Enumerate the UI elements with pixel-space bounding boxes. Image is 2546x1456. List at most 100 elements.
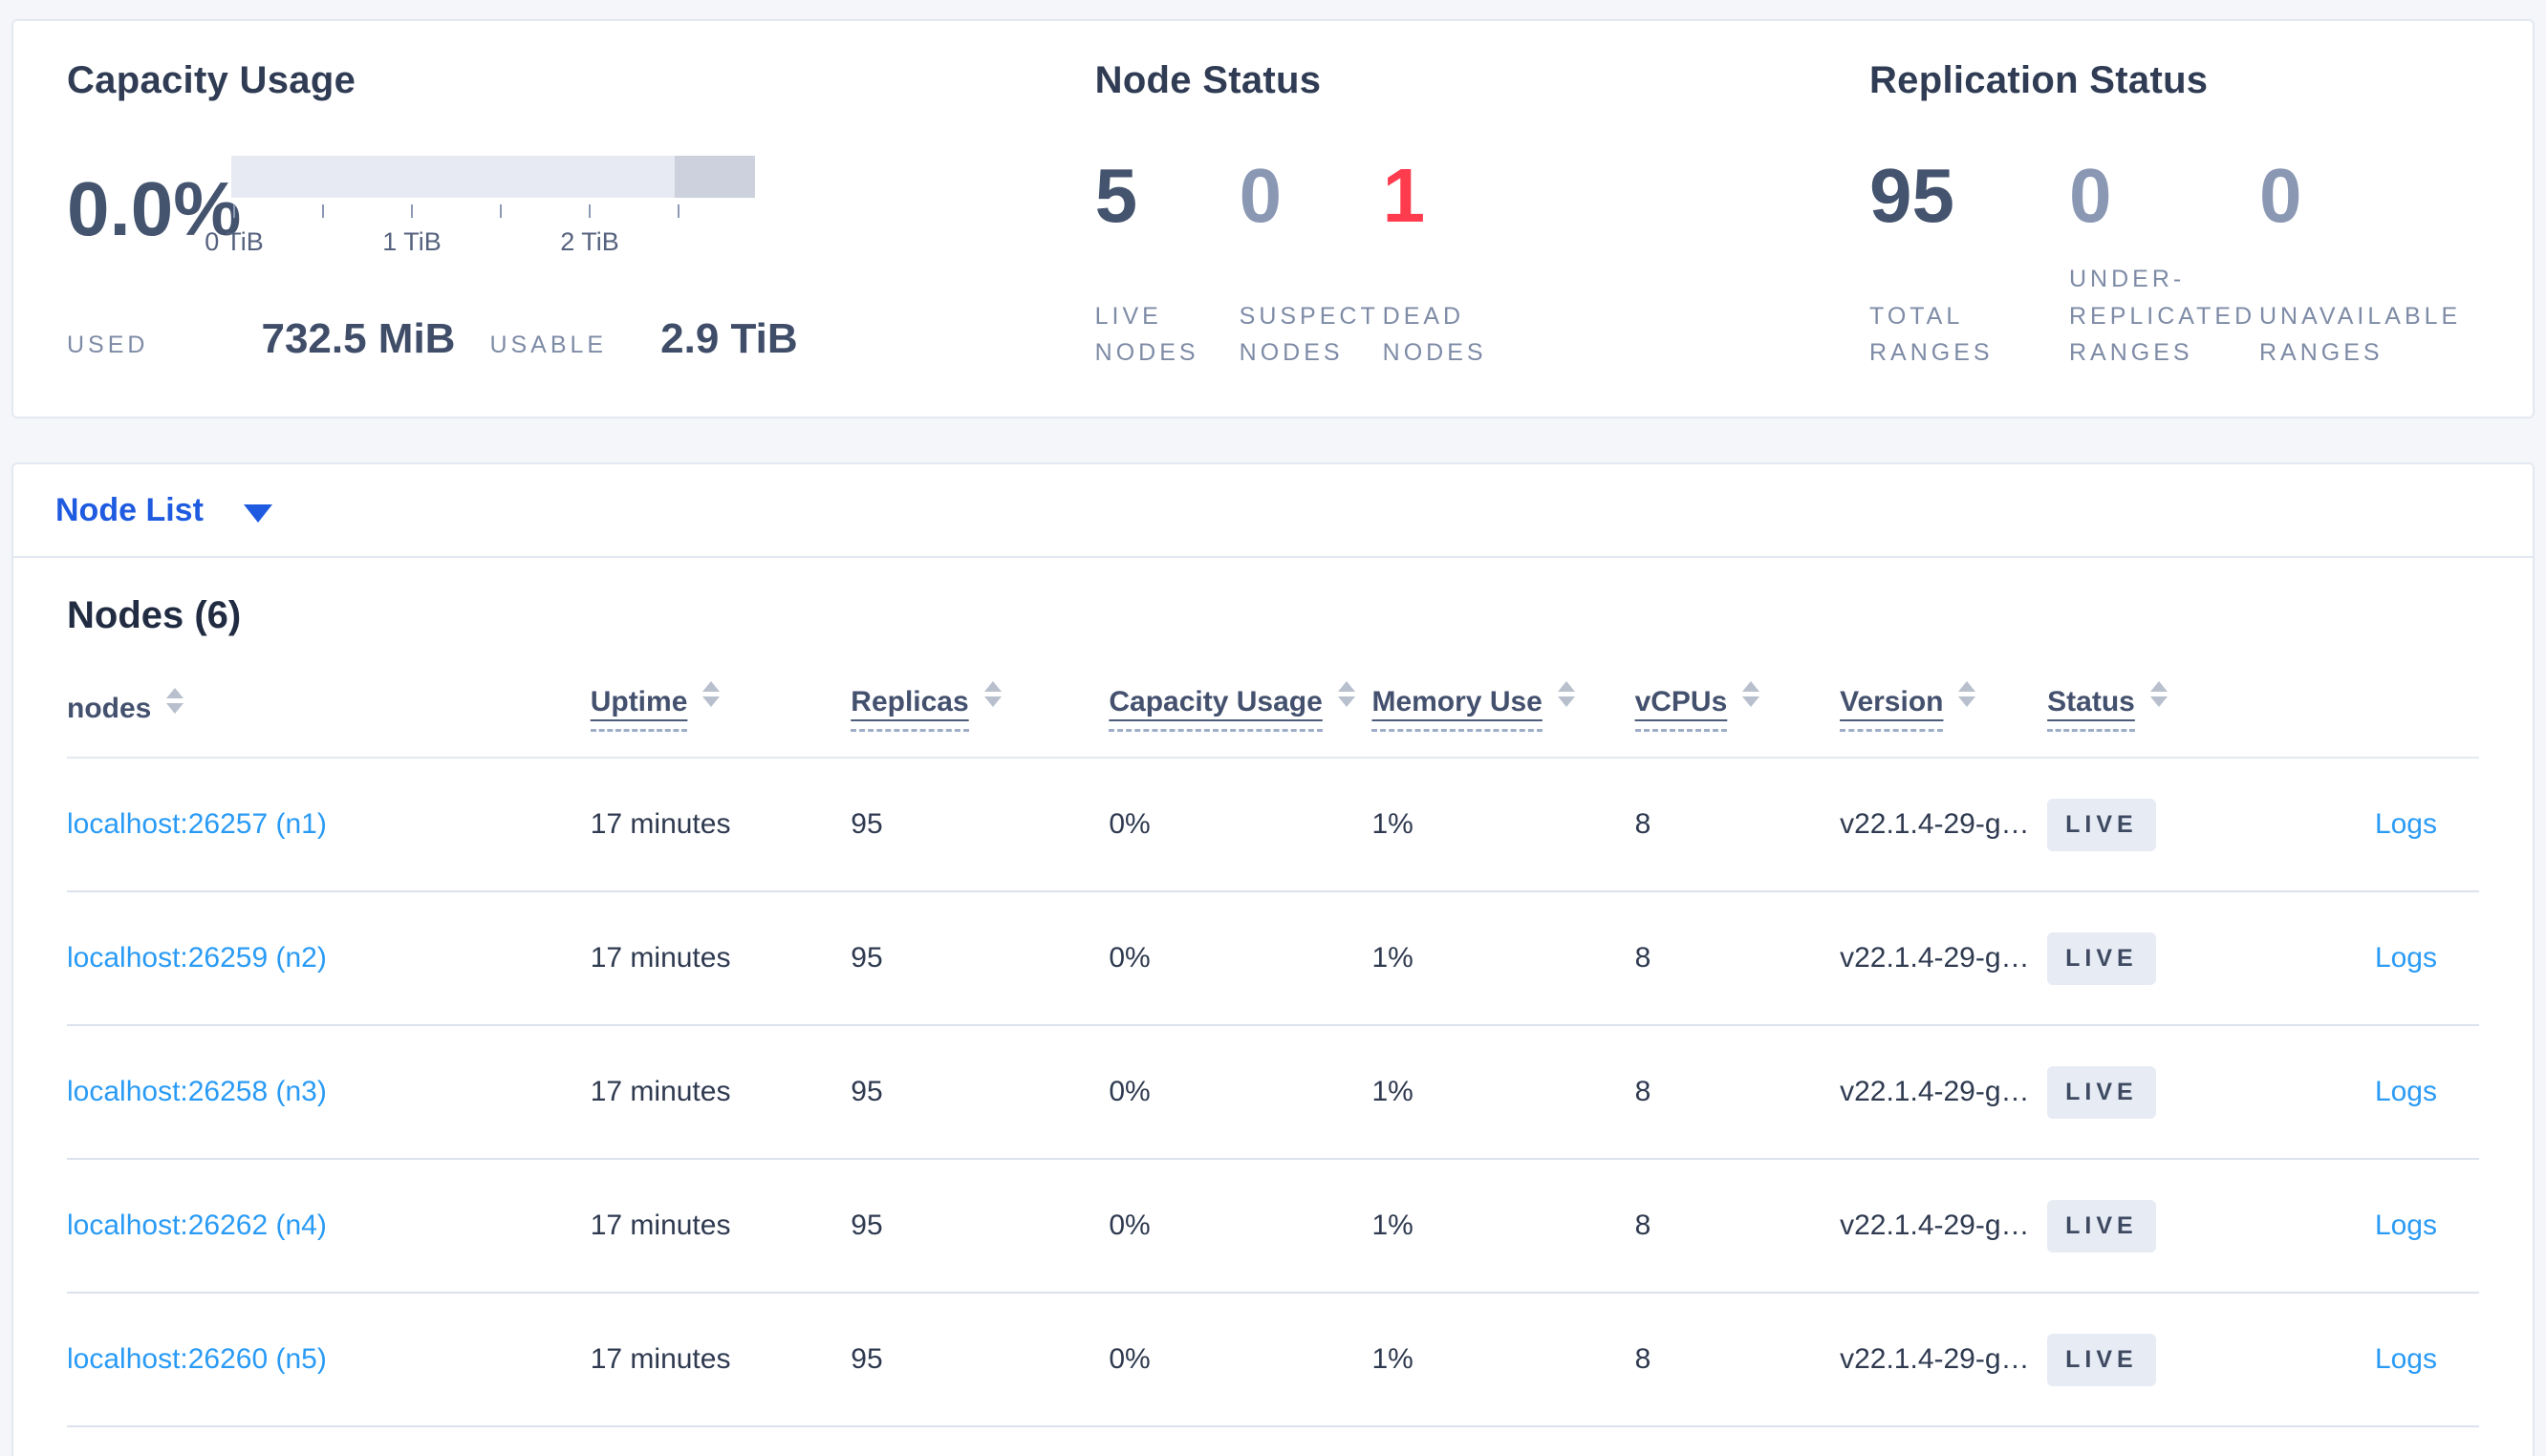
vcpus-cell: 8	[1634, 1159, 1841, 1294]
uptime-cell: 17 minutes	[590, 1293, 852, 1427]
unavailable-ranges-label: UNAVAILABLE RANGES	[2259, 302, 2462, 367]
usable-label: USABLE	[489, 332, 608, 358]
capacity-usage-title: Capacity Usage	[67, 59, 356, 101]
unavailable-ranges-count: 0	[2259, 153, 2302, 238]
used-value: 732.5 MiB	[261, 315, 456, 362]
capacity-usage-section: Capacity Usage 0.0% 0 TiB 1 TiB 2 TiB US…	[67, 59, 1095, 417]
cluster-summary-card: Capacity Usage 0.0% 0 TiB 1 TiB 2 TiB US…	[11, 19, 2535, 418]
nodes-count-title: Nodes (6)	[67, 594, 242, 636]
logs-link[interactable]: Logs	[2375, 1076, 2437, 1107]
uptime-cell: 17 minutes	[590, 758, 852, 892]
vcpus-cell: 8	[1634, 891, 1841, 1026]
total-ranges-count: 95	[1869, 153, 1954, 238]
status-badge: LIVE	[2047, 798, 2156, 851]
axis-label-1tib: 1 TiB	[382, 227, 442, 256]
header-replicas[interactable]: Replicas	[851, 681, 1110, 759]
replication-status-title: Replication Status	[1869, 59, 2209, 101]
nodes-table: nodes Uptime Replicas Capacity Usage Mem…	[67, 681, 2479, 1427]
memory-cell: 1%	[1371, 1159, 1635, 1294]
version-cell: v22.1.4-29-g…	[1840, 1159, 2048, 1294]
version-cell: v22.1.4-29-g…	[1840, 758, 2048, 892]
under-replicated-ranges-stat: 0 UNDER-REPLICATED RANGES	[2069, 154, 2259, 372]
header-vcpus[interactable]: vCPUs	[1634, 681, 1841, 759]
status-badge: LIVE	[2047, 1199, 2156, 1253]
vcpus-cell: 8	[1634, 1293, 1841, 1427]
sort-icon[interactable]	[1958, 681, 1976, 707]
header-memory-use[interactable]: Memory Use	[1371, 681, 1635, 759]
usable-value: 2.9 TiB	[660, 315, 798, 362]
table-row: localhost:26258 (n3) 17 minutes 95 0% 1%…	[67, 1025, 2479, 1160]
dead-nodes-count: 1	[1382, 153, 1426, 238]
suspect-nodes-stat: 0 SUSPECT NODES	[1240, 154, 1383, 372]
node-status-section: Node Status 5 LIVE NODES 0 SUSPECT NODES…	[1095, 59, 1869, 417]
unavailable-ranges-stat: 0 UNAVAILABLE RANGES	[2259, 154, 2479, 372]
logs-link[interactable]: Logs	[2375, 942, 2437, 974]
header-capacity-usage[interactable]: Capacity Usage	[1109, 681, 1372, 759]
logs-link[interactable]: Logs	[2375, 808, 2437, 840]
logs-link[interactable]: Logs	[2375, 1343, 2437, 1375]
header-logs	[2242, 681, 2479, 759]
node-link[interactable]: localhost:26258 (n3)	[67, 1076, 327, 1107]
live-nodes-stat: 5 LIVE NODES	[1095, 154, 1240, 372]
node-link[interactable]: localhost:26262 (n4)	[67, 1210, 327, 1241]
suspect-nodes-count: 0	[1239, 153, 1283, 238]
axis-label-2tib: 2 TiB	[560, 227, 619, 256]
status-badge: LIVE	[2047, 931, 2156, 985]
table-row: localhost:26259 (n2) 17 minutes 95 0% 1%…	[67, 891, 2479, 1026]
header-uptime[interactable]: Uptime	[590, 681, 852, 759]
node-list-dropdown[interactable]: Node List	[55, 492, 272, 529]
vcpus-cell: 8	[1634, 758, 1841, 892]
capacity-cell: 0%	[1109, 1293, 1372, 1427]
version-cell: v22.1.4-29-g…	[1840, 1025, 2048, 1160]
table-header-row: nodes Uptime Replicas Capacity Usage Mem…	[67, 681, 2479, 759]
total-ranges-label: TOTAL RANGES	[1869, 302, 1994, 367]
node-status-title: Node Status	[1094, 59, 1322, 101]
view-selector-bar: Node List	[13, 464, 2533, 558]
cluster-overview-page: Capacity Usage 0.0% 0 TiB 1 TiB 2 TiB US…	[0, 0, 2546, 1456]
dead-nodes-stat: 1 DEAD NODES	[1383, 154, 1536, 372]
under-replicated-count: 0	[2069, 153, 2112, 238]
vcpus-cell: 8	[1634, 1025, 1841, 1160]
header-nodes[interactable]: nodes	[67, 681, 591, 759]
live-nodes-count: 5	[1094, 153, 1138, 238]
uptime-cell: 17 minutes	[590, 1159, 852, 1294]
suspect-nodes-label: SUSPECT NODES	[1239, 302, 1379, 367]
total-ranges-stat: 95 TOTAL RANGES	[1869, 154, 2069, 372]
sort-icon[interactable]	[166, 688, 184, 714]
replicas-cell: 95	[851, 1293, 1110, 1427]
memory-cell: 1%	[1371, 891, 1635, 1026]
table-row: localhost:26262 (n4) 17 minutes 95 0% 1%…	[67, 1159, 2479, 1294]
sort-icon[interactable]	[1337, 681, 1355, 707]
replicas-cell: 95	[851, 1159, 1110, 1294]
sort-icon[interactable]	[1742, 681, 1760, 707]
uptime-cell: 17 minutes	[590, 891, 852, 1026]
nodes-table-section: Nodes (6) nodes Uptime Replicas Capacity…	[13, 558, 2533, 1427]
replication-status-section: Replication Status 95 TOTAL RANGES 0 UND…	[1869, 59, 2479, 417]
sort-icon[interactable]	[702, 681, 721, 707]
logs-link[interactable]: Logs	[2375, 1210, 2437, 1241]
used-label: USED	[67, 332, 149, 358]
table-row: localhost:26257 (n1) 17 minutes 95 0% 1%…	[67, 758, 2479, 892]
capacity-cell: 0%	[1109, 891, 1372, 1026]
node-link[interactable]: localhost:26259 (n2)	[67, 942, 327, 974]
memory-cell: 1%	[1371, 758, 1635, 892]
memory-cell: 1%	[1371, 1025, 1635, 1160]
replicas-cell: 95	[851, 891, 1110, 1026]
node-link[interactable]: localhost:26257 (n1)	[67, 808, 327, 840]
node-link[interactable]: localhost:26260 (n5)	[67, 1343, 327, 1375]
replicas-cell: 95	[851, 1025, 1110, 1160]
capacity-bar-track	[231, 156, 755, 198]
sort-icon[interactable]	[983, 681, 1002, 707]
sort-icon[interactable]	[1557, 681, 1575, 707]
status-badge: LIVE	[2047, 1065, 2156, 1119]
capacity-cell: 0%	[1109, 758, 1372, 892]
capacity-cell: 0%	[1109, 1025, 1372, 1160]
replicas-cell: 95	[851, 758, 1110, 892]
header-status[interactable]: Status	[2047, 681, 2243, 759]
version-cell: v22.1.4-29-g…	[1840, 1293, 2048, 1427]
axis-label-0tib: 0 TiB	[205, 227, 264, 256]
capacity-cell: 0%	[1109, 1159, 1372, 1294]
sort-icon[interactable]	[2149, 681, 2168, 707]
header-version[interactable]: Version	[1840, 681, 2048, 759]
node-list-card: Node List Nodes (6) nodes Uptime Replica…	[11, 462, 2535, 1456]
